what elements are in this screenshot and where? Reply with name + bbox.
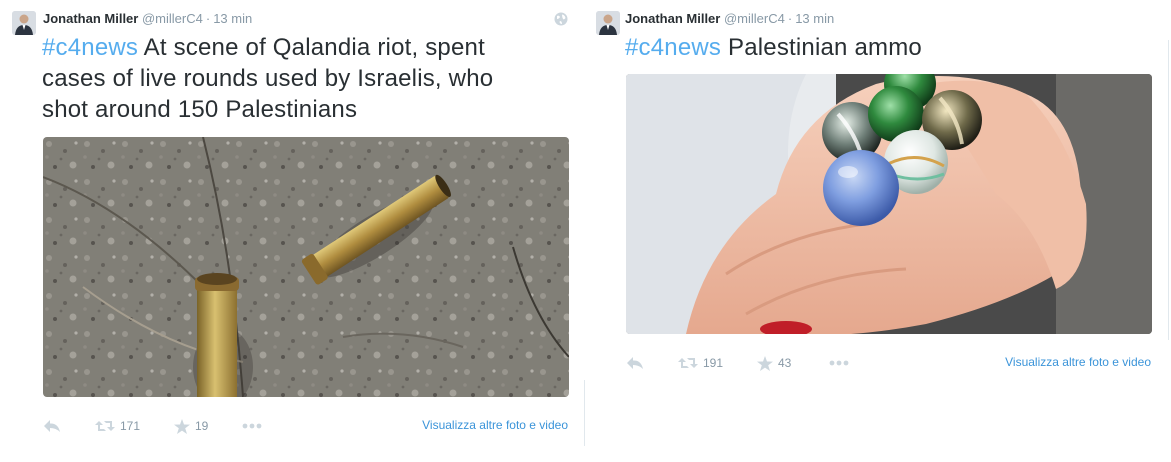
separator-dot: · <box>205 11 211 26</box>
tweet-left: Jonathan Miller @millerC4 · 13 min #c4news… <box>0 0 584 462</box>
tweet-time[interactable]: 13 min <box>795 11 834 26</box>
tweet-text-line: cases of live rounds used by Israelis, w… <box>42 65 494 92</box>
retweet-count: 171 <box>120 419 141 433</box>
favorite-count: 43 <box>778 356 792 370</box>
avatar[interactable] <box>596 11 620 35</box>
star-icon <box>174 418 190 434</box>
more-button[interactable] <box>242 416 262 436</box>
favorite-button[interactable]: 43 <box>757 353 791 373</box>
favorite-button[interactable]: 19 <box>174 416 208 436</box>
tweet-header: Jonathan Miller @millerC4 · 13 min <box>43 11 252 27</box>
tweet-header: Jonathan Miller @millerC4 · 13 min <box>625 11 834 27</box>
avatar[interactable] <box>12 11 36 35</box>
more-button[interactable] <box>829 353 849 373</box>
tweet-text-line: Palestinian ammo <box>721 34 922 61</box>
retweet-button[interactable]: 171 <box>95 416 140 436</box>
tweet-text-line: At scene of Qalandia riot, spent <box>138 34 485 61</box>
view-more-media-link[interactable]: Visualizza altre foto e video <box>422 418 568 432</box>
right-border <box>1168 40 1169 340</box>
reply-button[interactable] <box>626 353 644 373</box>
tweet-right: Jonathan Miller @millerC4 · 13 min #c4news… <box>586 0 1171 462</box>
author-handle[interactable]: @millerC4 <box>142 11 203 26</box>
more-dots-icon <box>829 360 849 366</box>
retweet-button[interactable]: 191 <box>678 353 723 373</box>
retweet-count: 191 <box>703 356 724 370</box>
column-divider <box>584 380 585 446</box>
author-name[interactable]: Jonathan Miller <box>43 11 138 26</box>
reply-icon <box>627 357 643 369</box>
tweet-time[interactable]: 13 min <box>213 11 252 26</box>
favorite-count: 19 <box>195 419 209 433</box>
tweet-photo-shell-casings[interactable] <box>43 137 569 397</box>
view-more-media-link[interactable]: Visualizza altre foto e video <box>1005 355 1151 369</box>
tweet-photo-marbles[interactable] <box>626 74 1152 334</box>
tweet-text: #c4news Palestinian ammo <box>625 32 1155 63</box>
reply-icon <box>44 420 60 432</box>
star-icon <box>757 355 773 371</box>
tweet-text-line: shot around 150 Palestinians <box>42 96 358 123</box>
globe-icon <box>554 12 568 26</box>
retweet-icon <box>95 421 115 431</box>
hashtag-link[interactable]: #c4news <box>42 34 138 61</box>
hashtag-link[interactable]: #c4news <box>625 34 721 61</box>
retweet-icon <box>678 358 698 368</box>
separator-dot: · <box>787 11 793 26</box>
tweet-text: #c4news At scene of Qalandia riot, spent… <box>42 32 572 125</box>
reply-button[interactable] <box>43 416 61 436</box>
author-name[interactable]: Jonathan Miller <box>625 11 720 26</box>
author-handle[interactable]: @millerC4 <box>724 11 785 26</box>
more-dots-icon <box>242 423 262 429</box>
